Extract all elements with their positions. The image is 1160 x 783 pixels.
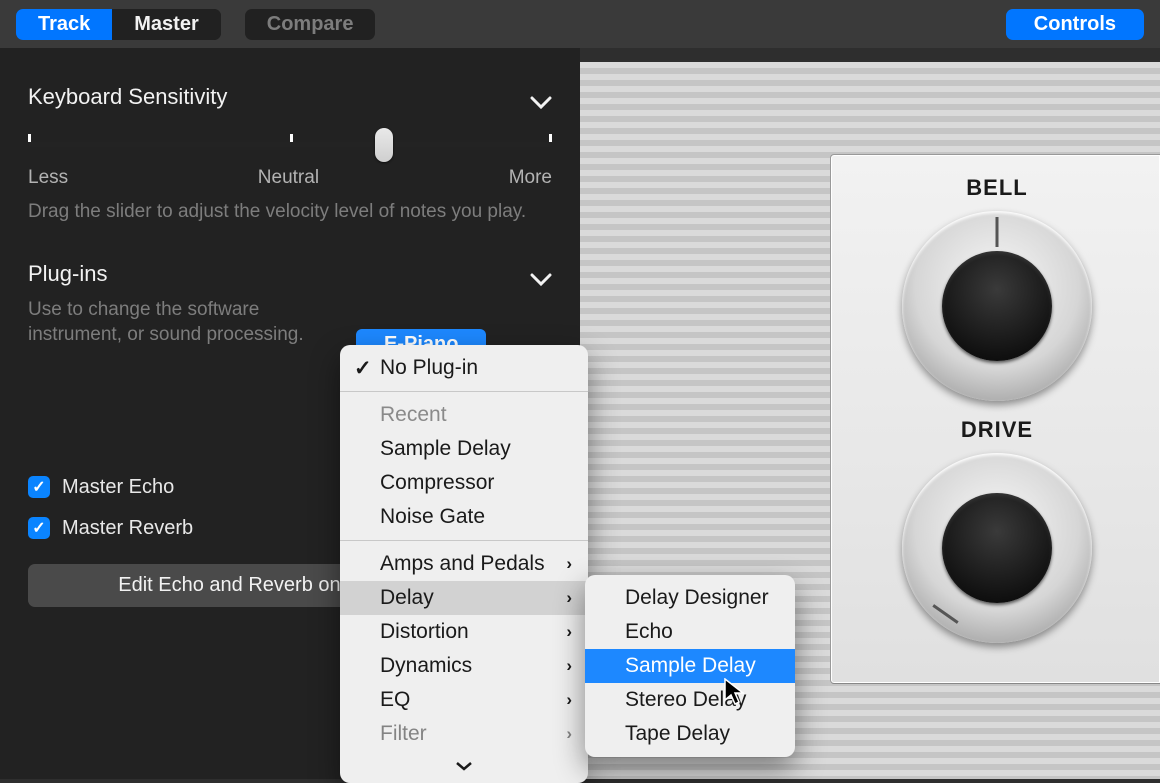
cursor-icon: [724, 678, 746, 706]
tab-master[interactable]: Master: [112, 9, 220, 40]
label-neutral: Neutral: [258, 167, 319, 189]
submenu-item-1[interactable]: Echo: [585, 615, 795, 649]
submenu-item-4[interactable]: Tape Delay: [585, 717, 795, 751]
menu-item-label: Echo: [625, 620, 673, 644]
tab-track[interactable]: Track: [16, 9, 112, 40]
menu-item-label: Amps and Pedals: [380, 552, 545, 576]
checkbox-master-echo[interactable]: ✓: [28, 476, 50, 498]
sensitivity-header[interactable]: Keyboard Sensitivity: [28, 84, 552, 110]
menu-recent-2[interactable]: Noise Gate: [340, 500, 588, 534]
menu-item-label: Filter: [380, 722, 427, 746]
knob-label-drive: DRIVE: [887, 417, 1107, 443]
menu-item-label: EQ: [380, 688, 410, 712]
plugins-title: Plug-ins: [28, 261, 107, 287]
menu-cat-1[interactable]: Delay ›: [340, 581, 588, 615]
chevron-down-icon: [530, 267, 552, 281]
chevron-down-icon: [530, 90, 552, 104]
knob-block-drive: DRIVE: [887, 417, 1107, 643]
checkbox-master-reverb[interactable]: ✓: [28, 517, 50, 539]
knob-label-bell: BELL: [887, 175, 1107, 201]
plugins-hint: Use to change the software instrument, o…: [28, 297, 338, 348]
menu-item-label: Noise Gate: [380, 505, 485, 529]
controls-button[interactable]: Controls: [1006, 9, 1144, 40]
label-more: More: [509, 167, 552, 189]
menu-item-label: Dynamics: [380, 654, 472, 678]
menu-cat-4[interactable]: EQ ›: [340, 683, 588, 717]
sensitivity-labels: Less Neutral More: [28, 167, 552, 189]
menu-item-label: Distortion: [380, 620, 469, 644]
chevron-right-icon: ›: [566, 656, 572, 676]
menu-recent-1[interactable]: Compressor: [340, 466, 588, 500]
view-segment: Track Master: [16, 9, 221, 40]
menu-item-label: No Plug-in: [380, 356, 478, 380]
label-less: Less: [28, 167, 68, 189]
menu-cat-5[interactable]: Filter ›: [340, 717, 588, 751]
menu-item-label: Sample Delay: [380, 437, 511, 461]
chevron-right-icon: ›: [566, 622, 572, 642]
chevron-right-icon: ›: [566, 690, 572, 710]
knob-bell[interactable]: [902, 211, 1092, 401]
sensitivity-hint: Drag the slider to adjust the velocity l…: [28, 199, 552, 225]
submenu-item-0[interactable]: Delay Designer: [585, 581, 795, 615]
menu-item-label: Sample Delay: [625, 654, 756, 678]
chevron-right-icon: ›: [566, 554, 572, 574]
menu-item-label: Recent: [380, 403, 447, 427]
menu-more-indicator[interactable]: [340, 751, 588, 777]
compare-button[interactable]: Compare: [245, 9, 376, 40]
menu-separator: [340, 391, 588, 392]
menu-cat-3[interactable]: Dynamics ›: [340, 649, 588, 683]
plugin-menu[interactable]: ✓ No Plug-in Recent Sample Delay Compres…: [340, 345, 588, 783]
check-icon: ✓: [354, 356, 372, 381]
sensitivity-slider[interactable]: [28, 142, 552, 147]
sensitivity-slider-thumb[interactable]: [375, 128, 393, 162]
menu-separator: [340, 540, 588, 541]
menu-cat-2[interactable]: Distortion ›: [340, 615, 588, 649]
sensitivity-title: Keyboard Sensitivity: [28, 84, 227, 110]
effect-label: Master Echo: [62, 476, 174, 499]
knob-drive[interactable]: [902, 453, 1092, 643]
plugin-submenu-delay[interactable]: Delay Designer Echo Sample Delay Stereo …: [585, 575, 795, 757]
plugins-header[interactable]: Plug-ins: [28, 261, 552, 287]
menu-item-label: Delay Designer: [625, 586, 769, 610]
chevron-right-icon: ›: [566, 588, 572, 608]
submenu-item-3[interactable]: Stereo Delay: [585, 683, 795, 717]
effect-label: Master Reverb: [62, 517, 193, 540]
knob-panel: BELL DRIVE: [830, 154, 1160, 684]
menu-no-plugin[interactable]: ✓ No Plug-in: [340, 351, 588, 385]
submenu-item-2[interactable]: Sample Delay: [585, 649, 795, 683]
menu-recent-0[interactable]: Sample Delay: [340, 432, 588, 466]
menu-recent-header: Recent: [340, 398, 588, 432]
chevron-right-icon: ›: [566, 724, 572, 744]
menu-cat-0[interactable]: Amps and Pedals ›: [340, 547, 588, 581]
menu-item-label: Compressor: [380, 471, 494, 495]
top-tab-bar: Track Master Compare Controls: [0, 0, 1160, 48]
menu-item-label: Tape Delay: [625, 722, 730, 746]
knob-block-bell: BELL: [887, 175, 1107, 401]
menu-item-label: Delay: [380, 586, 434, 610]
